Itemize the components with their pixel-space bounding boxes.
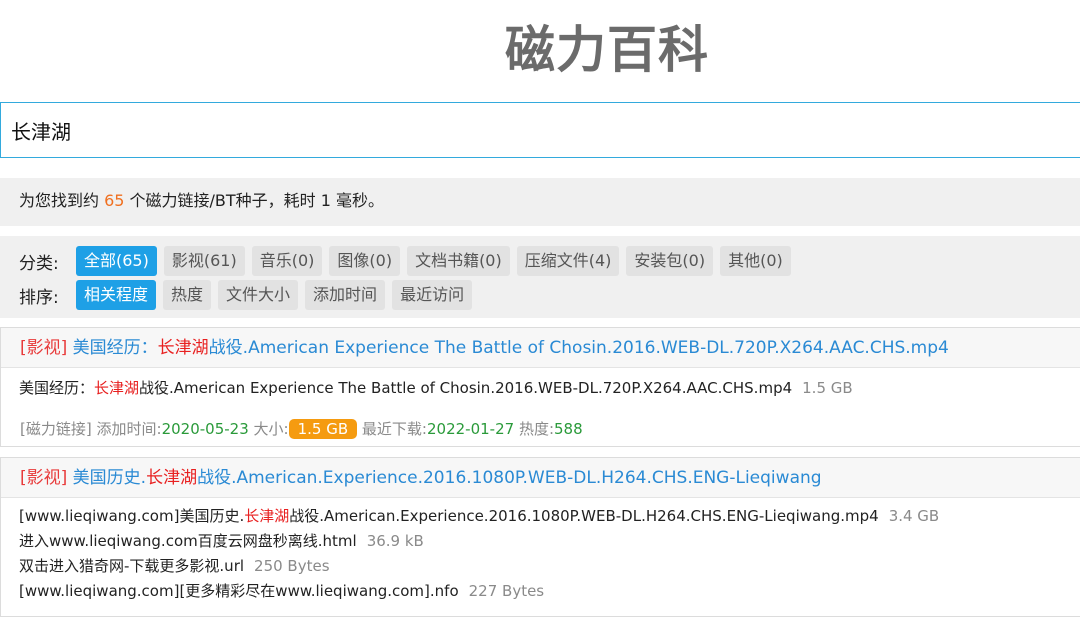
file-item: 美国经历：长津湖战役.American Experience The Battl… bbox=[1, 376, 1080, 401]
result-count: 65 bbox=[104, 191, 125, 210]
result-title-highlight: 长津湖 bbox=[157, 338, 209, 358]
result-category: [影视] bbox=[20, 338, 68, 358]
file-item: [www.lieqiwang.com][更多精彩尽在www.lieqiwang.… bbox=[1, 579, 1080, 604]
result-title-text: 美国历史. bbox=[67, 468, 147, 488]
file-name: 战役.American Experience The Battle of Cho… bbox=[139, 379, 793, 397]
search-box[interactable] bbox=[0, 102, 1080, 158]
file-item: 进入www.lieqiwang.com百度云网盘秒离线.html 36.9 kB bbox=[1, 529, 1080, 554]
result-title-link[interactable]: [影视] 美国历史.长津湖战役.American.Experience.2016… bbox=[1, 458, 1080, 498]
file-size: 3.4 GB bbox=[888, 507, 940, 525]
sort-chip-relevance[interactable]: 相关程度 bbox=[76, 280, 157, 310]
size-badge: 1.5 GB bbox=[288, 419, 358, 439]
summary-suffix: 个磁力链接/BT种子，耗时 1 毫秒。 bbox=[124, 191, 385, 210]
sort-chip-recent[interactable]: 最近访问 bbox=[392, 280, 473, 310]
result-summary: 为您找到约 65 个磁力链接/BT种子，耗时 1 毫秒。 bbox=[0, 178, 1080, 226]
file-size: 227 Bytes bbox=[468, 582, 545, 600]
heat-label: 热度: bbox=[518, 420, 555, 438]
added-label: 添加时间: bbox=[96, 420, 162, 438]
magnet-link[interactable]: [磁力链接] bbox=[20, 420, 92, 438]
category-chip-installer[interactable]: 安装包(0) bbox=[626, 246, 714, 276]
site-title[interactable]: 磁力百科 bbox=[0, 18, 1080, 82]
file-size: 250 Bytes bbox=[254, 557, 330, 575]
result-title-text: 战役.American Experience The Battle of Cho… bbox=[208, 338, 949, 358]
search-input[interactable] bbox=[1, 103, 1080, 157]
heat-value: 588 bbox=[554, 420, 583, 438]
result-card: [影视] 美国历史.长津湖战役.American.Experience.2016… bbox=[0, 457, 1080, 617]
category-label: 分类: bbox=[19, 253, 59, 274]
category-chip-archive[interactable]: 压缩文件(4) bbox=[516, 246, 620, 276]
category-chip-all[interactable]: 全部(65) bbox=[76, 246, 157, 276]
file-name: 美国经历： bbox=[19, 379, 95, 397]
category-chip-video[interactable]: 影视(61) bbox=[163, 246, 245, 276]
size-label: 大小: bbox=[253, 420, 289, 438]
category-chip-docs[interactable]: 文档书籍(0) bbox=[407, 246, 510, 276]
summary-prefix: 为您找到约 bbox=[19, 191, 105, 210]
sort-label: 排序: bbox=[19, 287, 59, 308]
file-item: [www.lieqiwang.com]美国历史.长津湖战役.American.E… bbox=[1, 504, 1080, 529]
sort-chip-heat[interactable]: 热度 bbox=[163, 280, 212, 310]
result-card: [影视] 美国经历：长津湖战役.American Experience The … bbox=[0, 327, 1080, 447]
category-chip-other[interactable]: 其他(0) bbox=[720, 246, 791, 276]
file-name-highlight: 长津湖 bbox=[94, 379, 140, 397]
file-name: 战役.American.Experience.2016.1080P.WEB-DL… bbox=[289, 507, 879, 525]
result-title-link[interactable]: [影视] 美国经历：长津湖战役.American Experience The … bbox=[1, 328, 1080, 368]
recent-date: 2022-01-27 bbox=[426, 420, 515, 438]
category-chip-image[interactable]: 图像(0) bbox=[329, 246, 401, 276]
file-item: 双击进入猎奇网-下载更多影视.url 250 Bytes bbox=[1, 554, 1080, 579]
sort-chip-added[interactable]: 添加时间 bbox=[305, 280, 386, 310]
sort-chip-size[interactable]: 文件大小 bbox=[218, 280, 299, 310]
result-title-text: 美国经历： bbox=[67, 338, 158, 358]
result-meta: [磁力链接] 添加时间:2020-05-23 大小: 1.5 GB 最近下载:20… bbox=[1, 417, 1080, 441]
category-chip-music[interactable]: 音乐(0) bbox=[251, 246, 323, 276]
result-title-text: 战役.American.Experience.2016.1080P.WEB-DL… bbox=[197, 468, 822, 488]
recent-label: 最近下载: bbox=[361, 420, 427, 438]
sort-filter-row: 排序: 相关程度 热度 文件大小 添加时间 最近访问 bbox=[19, 278, 1080, 312]
file-name: 双击进入猎奇网-下载更多影视.url bbox=[19, 557, 245, 575]
file-name-highlight: 长津湖 bbox=[244, 507, 290, 525]
file-size: 1.5 GB bbox=[802, 379, 853, 397]
category-filter-row: 分类: 全部(65) 影视(61) 音乐(0) 图像(0) 文档书籍(0) 压缩… bbox=[19, 244, 1080, 278]
result-category: [影视] bbox=[20, 468, 68, 488]
filter-panel: 分类: 全部(65) 影视(61) 音乐(0) 图像(0) 文档书籍(0) 压缩… bbox=[0, 236, 1080, 318]
result-title-highlight: 长津湖 bbox=[146, 468, 198, 488]
file-name: [www.lieqiwang.com][更多精彩尽在www.lieqiwang.… bbox=[19, 582, 459, 600]
file-name: [www.lieqiwang.com]美国历史. bbox=[19, 507, 245, 525]
added-date: 2020-05-23 bbox=[161, 420, 249, 438]
file-name: 进入www.lieqiwang.com百度云网盘秒离线.html bbox=[19, 532, 357, 550]
file-size: 36.9 kB bbox=[366, 532, 424, 550]
